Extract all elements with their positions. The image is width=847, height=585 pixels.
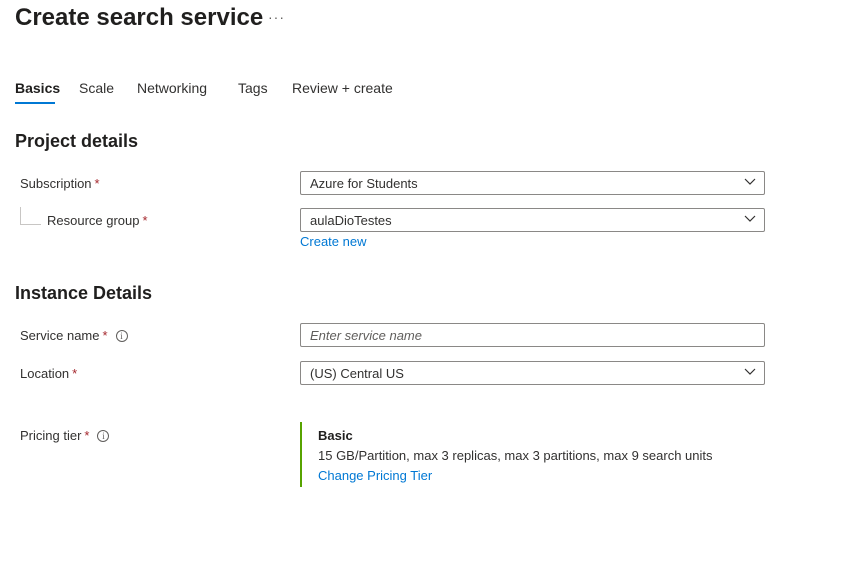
service-name-input[interactable] (301, 324, 764, 346)
tab-networking[interactable]: Networking (137, 80, 207, 96)
tab-tags[interactable]: Tags (238, 80, 268, 96)
location-label: Location * (20, 366, 77, 381)
pricing-tier-label-text: Pricing tier (20, 428, 82, 443)
project-details-heading: Project details (15, 131, 139, 151)
more-options-icon[interactable]: ··· (268, 9, 285, 25)
instance-details-heading: Instance Details (15, 283, 153, 303)
pricing-tier-accent-bar (300, 422, 302, 487)
subscription-label-text: Subscription (20, 176, 92, 191)
required-marker: * (94, 176, 100, 191)
active-tab-indicator (15, 102, 55, 104)
service-name-input-wrapper (300, 323, 765, 347)
location-dropdown[interactable]: (US) Central US (300, 361, 765, 385)
resource-group-label: Resource group * (47, 213, 148, 228)
tab-review-create[interactable]: Review + create (292, 80, 393, 96)
change-pricing-tier-link[interactable]: Change Pricing Tier (318, 468, 432, 483)
service-name-label-text: Service name (20, 328, 100, 343)
subscription-value: Azure for Students (310, 176, 418, 191)
service-name-label: Service name * i (20, 328, 128, 343)
required-marker: * (72, 366, 78, 381)
chevron-down-icon (744, 215, 756, 222)
pricing-tier-label: Pricing tier * i (20, 428, 110, 443)
info-icon[interactable]: i (97, 430, 110, 442)
tab-scale[interactable]: Scale (79, 80, 114, 96)
subscription-dropdown[interactable]: Azure for Students (300, 171, 765, 195)
location-value: (US) Central US (310, 366, 404, 381)
create-new-link[interactable]: Create new (300, 234, 366, 249)
required-marker: * (84, 428, 90, 443)
tab-basics[interactable]: Basics (15, 80, 60, 96)
resource-group-dropdown[interactable]: aulaDioTestes (300, 208, 765, 232)
chevron-down-icon (744, 178, 756, 185)
chevron-down-icon (744, 368, 756, 375)
resource-group-label-text: Resource group (47, 213, 140, 228)
pricing-tier-name: Basic (318, 428, 353, 443)
tree-connector (20, 207, 41, 225)
subscription-label: Subscription * (20, 176, 100, 191)
info-icon[interactable]: i (115, 330, 128, 342)
required-marker: * (102, 328, 108, 343)
location-label-text: Location (20, 366, 70, 381)
required-marker: * (142, 213, 148, 228)
pricing-tier-description: 15 GB/Partition, max 3 replicas, max 3 p… (318, 448, 713, 463)
page-title: Create search service (15, 4, 264, 31)
resource-group-value: aulaDioTestes (310, 213, 392, 228)
